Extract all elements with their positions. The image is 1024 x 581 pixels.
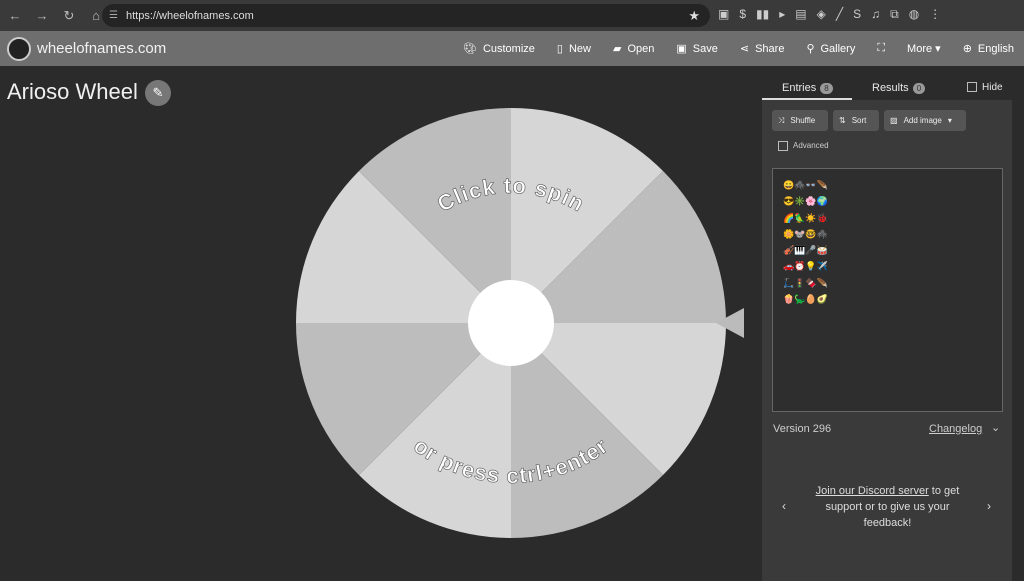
wheel[interactable]: Click to spin or press ctrl+enter <box>295 107 727 539</box>
customize-button[interactable]: 🎨︎ Customize <box>463 42 535 55</box>
wheel-logo-icon[interactable] <box>7 36 31 61</box>
extension-icon[interactable]: ▣ <box>718 7 729 22</box>
globe-icon: ⊕ <box>962 43 972 55</box>
brand-name[interactable]: wheelofnames.com <box>37 40 166 57</box>
caret-down-icon: ▾ <box>947 116 952 125</box>
fullscreen-icon: ⛶ <box>877 42 886 54</box>
url-text: https://wheelofnames.com <box>126 9 254 22</box>
new-button[interactable]: ▯ New <box>557 42 591 55</box>
changelog-link[interactable]: Changelog <box>929 423 982 435</box>
pencil-icon: ✎ <box>152 85 164 100</box>
image-icon: ▨ <box>890 116 898 125</box>
sort-icon: ⇅ <box>839 116 846 125</box>
extension-icon[interactable]: S <box>853 7 861 22</box>
entry-line: 🎻🎹🎤🥁 <box>783 245 828 256</box>
reload-icon[interactable]: ↻ <box>57 8 81 24</box>
file-icon: ▯ <box>556 43 563 55</box>
previous-arrow-icon[interactable]: ‹ <box>782 499 786 513</box>
entry-line: 🍿🦕🥚🥑 <box>783 294 828 305</box>
extension-icon[interactable]: $ <box>739 7 746 22</box>
wheel-pointer <box>716 308 744 338</box>
wheel-title[interactable]: Arioso Wheel <box>7 79 138 105</box>
language-button[interactable]: ⊕ English <box>963 42 1014 55</box>
sidebar-tabs: Entries 8 Results 0 Hide <box>762 76 1012 100</box>
caret-down-icon: ▾ <box>935 43 941 55</box>
extension-icon[interactable]: ▤ <box>795 7 806 22</box>
extension-icon[interactable]: ▸ <box>779 7 785 22</box>
address-bar[interactable]: ☰ https://wheelofnames.com ★ <box>102 4 710 27</box>
app-header: wheelofnames.com 🎨︎ Customize ▯ New ▰ Open … <box>0 31 1024 66</box>
entry-line: 😀🕷️👓🪶 <box>783 180 828 190</box>
bookmark-star-icon[interactable]: ★ <box>688 8 700 24</box>
entry-line: 🚗⏰💡✈️ <box>783 261 828 272</box>
browser-toolbar: ← → ↻ ⌂ ☰ https://wheelofnames.com ★ ▣ $ ▮… <box>0 0 1024 31</box>
extension-icon[interactable]: ▮▮ <box>756 7 769 22</box>
discord-link[interactable]: Join our Discord server <box>816 485 929 497</box>
more-button[interactable]: More ▾ <box>907 42 941 55</box>
tab-results[interactable]: Results 0 <box>872 82 926 94</box>
edit-title-button[interactable]: ✎ <box>145 80 171 106</box>
extensions-puzzle-icon[interactable]: ⧉ <box>890 7 899 22</box>
tab-entries[interactable]: Entries 8 <box>782 82 833 94</box>
shuffle-icon: ⤨ <box>778 115 785 125</box>
browser-menu-icon[interactable]: ⋮ <box>929 7 941 22</box>
save-button[interactable]: ▣ Save <box>676 42 717 55</box>
site-settings-icon[interactable]: ☰ <box>109 10 118 21</box>
next-arrow-icon[interactable]: › <box>987 499 991 513</box>
extension-icon[interactable]: ♫ <box>871 7 880 22</box>
extension-icon[interactable]: ╱ <box>836 7 843 22</box>
shuffle-button[interactable]: ⤨ Shuffle <box>772 110 828 131</box>
entry-line: 🛴🚦🍫🪶 <box>783 277 828 288</box>
entry-line: 😎✳️🌸🌍 <box>783 196 828 207</box>
back-icon[interactable]: ← <box>3 8 27 23</box>
forward-icon[interactable]: → <box>30 8 54 23</box>
palette-icon: 🎨︎ <box>462 43 477 55</box>
sort-button[interactable]: ⇅ Sort <box>833 110 879 131</box>
extensions: ▣ $ ▮▮ ▸ ▤ ◈ ╱ S ♫ ⧉ ◍ ⋮ <box>718 7 941 22</box>
open-button[interactable]: ▰ Open <box>613 42 654 55</box>
share-icon: ⋖ <box>739 43 750 55</box>
save-icon: ▣ <box>676 43 687 55</box>
fullscreen-button[interactable]: ⛶ <box>877 42 885 55</box>
discord-message: Join our Discord server to get support o… <box>815 485 960 529</box>
entry-line: 🌼🐭🤓🕷️ <box>783 228 828 239</box>
folder-icon: ▰ <box>612 43 622 55</box>
search-icon: ⚲ <box>806 43 815 55</box>
advanced-checkbox[interactable]: Advanced <box>778 141 829 151</box>
version-label: Version 296 <box>773 423 832 435</box>
entries-count-badge: 8 <box>820 83 833 94</box>
chevron-down-icon[interactable]: ⌄ <box>991 421 1000 434</box>
active-tab-indicator <box>762 98 852 100</box>
entries-textarea[interactable]: 😀🕷️👓🪶 😎✳️🌸🌍 🌈🦜☀️🐞 🌼🐭🤓🕷️ 🎻🎹🎤🥁 🚗⏰💡✈️ 🛴🚦🍫🪶 … <box>772 168 1003 412</box>
gallery-button[interactable]: ⚲ Gallery <box>806 42 855 55</box>
add-image-button[interactable]: ▨ Add image ▾ <box>884 110 966 131</box>
hide-checkbox[interactable]: Hide <box>967 82 1003 93</box>
share-button[interactable]: ⋖ Share <box>740 42 785 55</box>
profile-avatar[interactable]: ◍ <box>909 7 919 22</box>
results-count-badge: 0 <box>912 83 926 94</box>
wheel-center[interactable] <box>468 280 554 366</box>
entry-line: 🌈🦜☀️🐞 <box>783 212 828 223</box>
extension-icon[interactable]: ◈ <box>817 7 826 22</box>
